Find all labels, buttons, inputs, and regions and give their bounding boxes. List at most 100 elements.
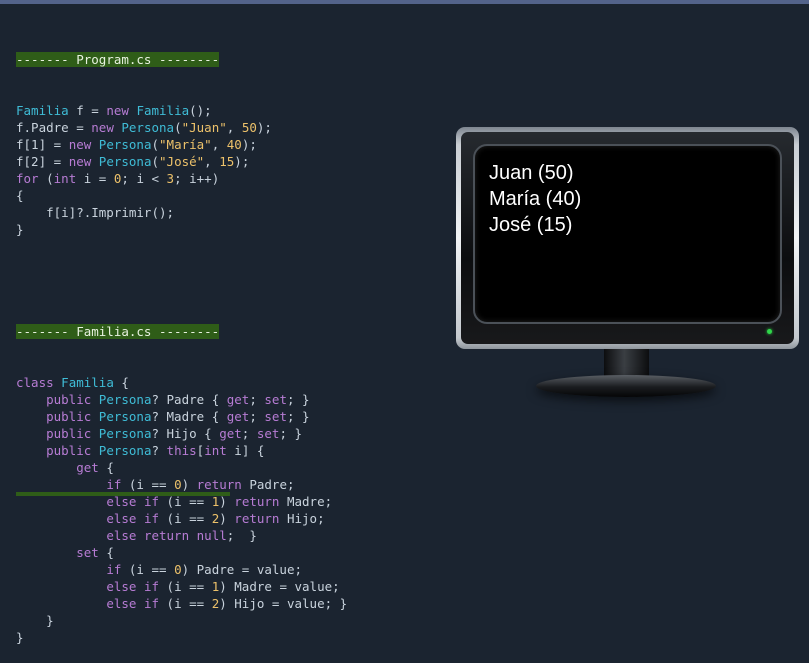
code-token: i = [76,171,114,186]
top-border [0,0,809,4]
code-token: new [91,120,114,135]
code-token: this [166,443,197,458]
code-token: ; [249,392,265,407]
output-line: María (40) [489,188,582,210]
code-token: for [16,171,39,186]
code-token: ? [151,443,167,458]
monitor-base [536,375,716,397]
code-token: (i == [121,562,175,577]
code-token: f[i]?.Imprimir(); [16,205,175,220]
program-file-header: ------- Program.cs -------- [16,51,347,68]
code-line: else if (i == 1) Madre = value; [16,578,347,595]
code-token: Persona [98,154,152,169]
code-token: Persona [98,443,152,458]
code-token: if [143,596,160,611]
familia-file-header: ------- Familia.cs -------- [16,323,347,340]
code-line: public Persona? this[int i] { [16,442,347,459]
code-token: Madre; [279,494,333,509]
code-token: get [76,460,99,475]
code-token: ? Hijo { [151,426,220,441]
code-token: Persona [98,137,152,152]
code-token: ; } [286,392,310,407]
code-token: ; i < [121,171,167,186]
code-token: 1 [211,494,220,509]
code-token: 15 [219,154,235,169]
code-token: set [264,409,287,424]
code-token: ; } [226,528,257,543]
code-token: if [106,477,122,492]
code-token: 0 [174,477,182,492]
code-token: f[2] = [16,154,69,169]
code-token: (i == [121,477,175,492]
code-token: { [98,460,114,475]
code-line: f[1] = new Persona("María", 40); [16,136,347,153]
code-token: Hijo; [279,511,325,526]
code-token: class [16,375,54,390]
code-line: f[i]?.Imprimir(); [16,204,347,221]
code-token: ) Hijo = value; } [219,596,348,611]
code-token: 3 [166,171,175,186]
code-token: { [113,375,129,390]
console-output: Juan (50) María (40) José (15) [489,160,581,238]
code-token: return [143,528,190,543]
code-token: { [16,188,24,203]
code-token: ( [38,171,54,186]
code-token: { [98,545,114,560]
output-line: José (15) [489,214,573,236]
code-token: 50 [241,120,257,135]
code-token: set [264,392,287,407]
code-token: else [106,511,137,526]
program-code-block: Familia f = new Familia(); f.Padre = new … [16,102,347,238]
code-token: get [219,426,242,441]
code-line: for (int i = 0; i < 3; i++) [16,170,347,187]
code-token: 0 [174,562,182,577]
code-token: public [46,443,92,458]
code-token: ) [219,494,235,509]
code-token: return [196,477,242,492]
code-token: if [106,562,122,577]
code-token: ) Padre = value; [181,562,303,577]
code-token: else [106,528,137,543]
code-token: , [211,137,227,152]
code-line: else if (i == 2) Hijo = value; } [16,595,347,612]
code-line: if (i == 0) Padre = value; [16,561,347,578]
code-token: ; } [279,426,303,441]
code-token: (i == [159,596,212,611]
monitor-screen: Juan (50) María (40) José (15) [473,144,782,324]
code-token: 1 [211,579,220,594]
code-token: set [256,426,280,441]
code-token: f.Padre = [16,120,92,135]
code-line: } [16,221,347,238]
code-token: ; i++) [174,171,220,186]
next-file-header-strip [16,492,230,496]
familia-code-block: class Familia { public Persona? Padre { … [16,374,347,646]
code-listing: ------- Program.cs -------- Familia f = … [16,17,347,663]
code-token: ? Madre { [151,409,227,424]
code-token: , [204,154,220,169]
code-token: f[1] = [16,137,69,152]
code-line: Familia f = new Familia(); [16,102,347,119]
code-token: Persona [98,409,152,424]
code-token: new [106,103,129,118]
code-token: else [106,596,137,611]
code-token: ); [256,120,272,135]
code-line: get { [16,459,347,476]
code-token: Familia [61,375,114,390]
power-led-icon [767,329,772,334]
program-header-label: ------- Program.cs -------- [16,52,220,67]
code-token: set [76,545,99,560]
